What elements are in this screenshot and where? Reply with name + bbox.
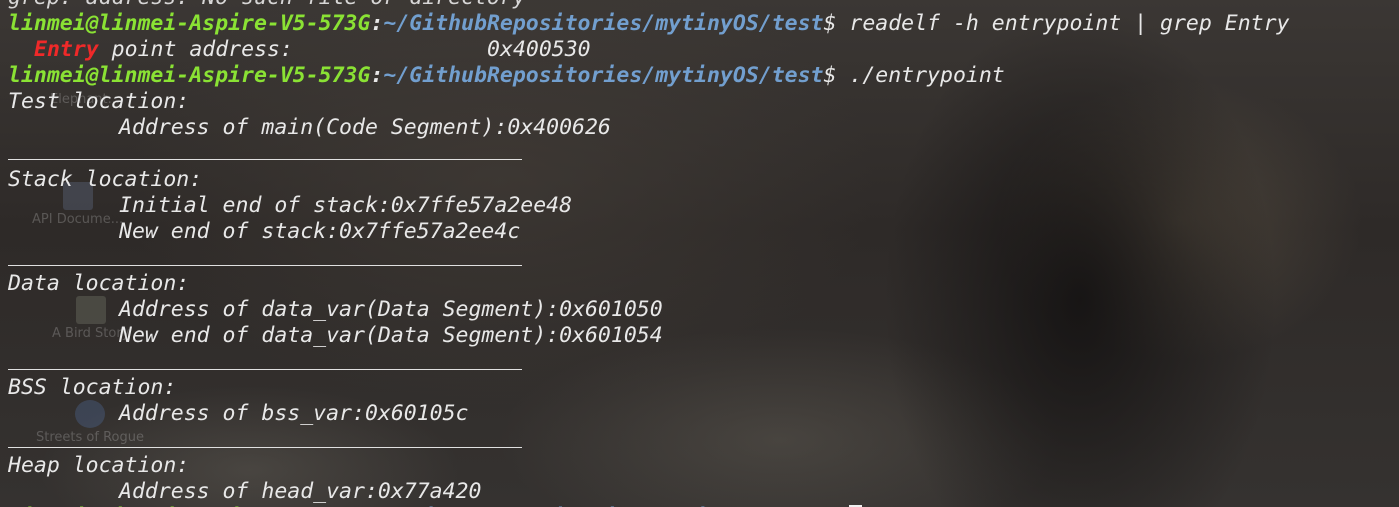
output-line: Address of bss_var:0x60105c	[8, 401, 1398, 427]
output-text: point address: 0x400530	[98, 37, 591, 62]
output-text: Heap location:	[8, 453, 190, 478]
output-line: Address of head_var:0x77a420	[8, 479, 1398, 505]
section-divider	[8, 369, 522, 370]
terminal-output[interactable]: grep: address: No such file or directory…	[8, 0, 1398, 507]
terminal-window[interactable]: Elephant... API Docume... A Bird Story S…	[0, 0, 1399, 507]
output-text: Address of main(Code Segment):0x400626	[119, 115, 611, 140]
prompt-line: linmei@linmei-Aspire-V5-573G:~/GithubRep…	[8, 11, 1398, 37]
output-text: Test location:	[8, 89, 190, 114]
output-text: grep: address: No such file or directory	[8, 0, 526, 10]
section-header: Test location:	[8, 89, 1398, 115]
output-text: New end of stack:0x7ffe57a2ee4c	[119, 219, 521, 244]
prompt-path: ~/GithubRepositories/mytinyOS/test	[383, 63, 824, 88]
output-text: Address of head_var:0x77a420	[119, 479, 482, 504]
output-text: Address of data_var(Data Segment):0x6010…	[119, 297, 663, 322]
prompt-line: linmei@linmei-Aspire-V5-573G:~/GithubRep…	[8, 63, 1398, 89]
output-line: Address of main(Code Segment):0x400626	[8, 115, 1398, 141]
command-text: ./entrypoint	[849, 63, 1005, 88]
section-header: BSS location:	[8, 375, 1398, 401]
output-text: Data location:	[8, 271, 190, 296]
output-text: Initial end of stack:0x7ffe57a2ee48	[119, 193, 573, 218]
prompt-user-host: linmei@linmei-Aspire-V5-573G	[8, 11, 371, 36]
grep-highlight: Entry	[34, 37, 99, 62]
section-header: Heap location:	[8, 453, 1398, 479]
command-text: readelf -h entrypoint | grep Entry	[849, 11, 1290, 36]
prompt-path: ~/GithubRepositories/mytinyOS/test	[383, 11, 824, 36]
prompt-colon: :	[370, 11, 384, 36]
section-divider	[8, 265, 522, 266]
output-line: New end of data_var(Data Segment):0x6010…	[8, 323, 1398, 349]
section-header: Data location:	[8, 271, 1398, 297]
output-line: Address of data_var(Data Segment):0x6010…	[8, 297, 1398, 323]
output-text: New end of data_var(Data Segment):0x6010…	[119, 323, 663, 348]
output-text: Stack location:	[8, 167, 203, 192]
section-header: Stack location:	[8, 167, 1398, 193]
output-text: Address of bss_var:0x60105c	[119, 401, 469, 426]
output-text: BSS location:	[8, 375, 177, 400]
prompt-dollar: $	[823, 11, 850, 36]
output-line: Initial end of stack:0x7ffe57a2ee48	[8, 193, 1398, 219]
output-line: Entry point address: 0x400530	[8, 37, 1398, 63]
section-divider	[8, 159, 522, 160]
section-divider	[8, 447, 522, 448]
output-line: grep: address: No such file or directory	[8, 0, 1398, 11]
prompt-dollar: $	[823, 63, 850, 88]
prompt-user-host: linmei@linmei-Aspire-V5-573G	[8, 63, 371, 88]
output-line: New end of stack:0x7ffe57a2ee4c	[8, 219, 1398, 245]
prompt-colon: :	[370, 63, 384, 88]
